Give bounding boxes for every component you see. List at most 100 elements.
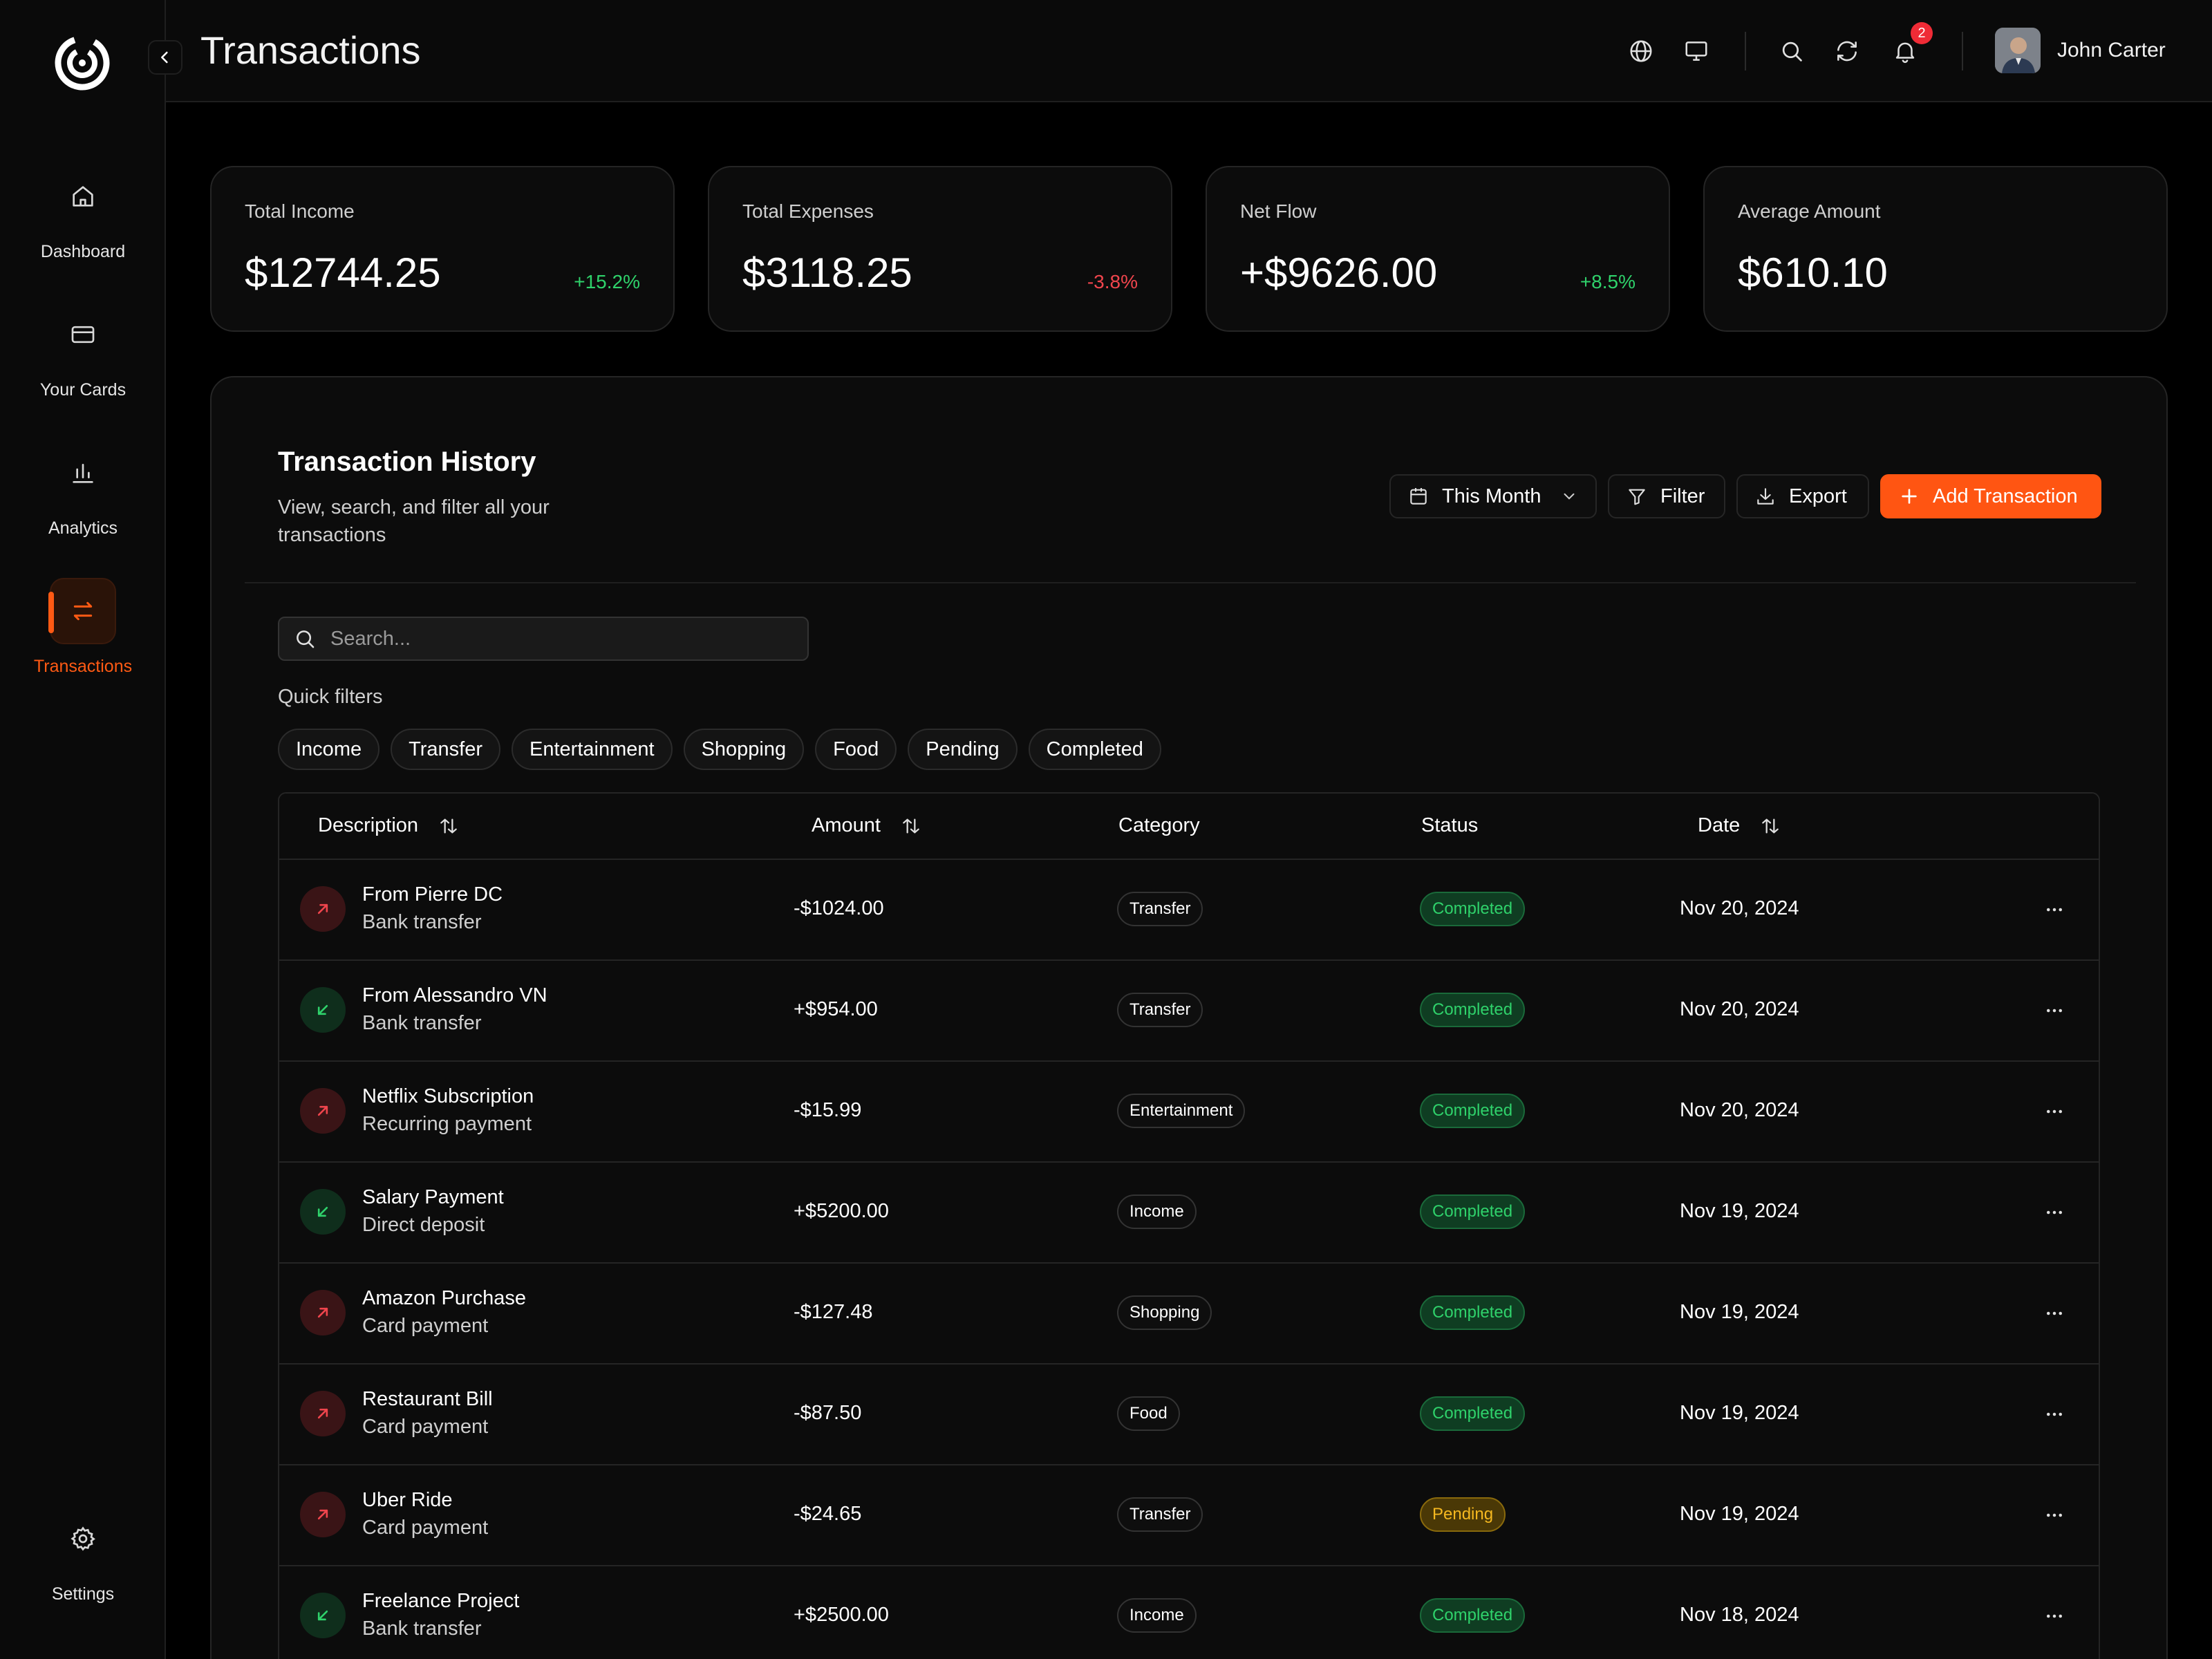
stat-value: $610.10 xyxy=(1738,250,1888,296)
notification-badge: 2 xyxy=(1911,22,1933,44)
stat-delta: +8.5% xyxy=(1580,271,1635,292)
add-transaction-button[interactable]: Add Transaction xyxy=(1880,474,2101,518)
table-row[interactable]: Freelance Project Bank transfer +$2500.0… xyxy=(279,1566,2099,1659)
row-actions-button[interactable] xyxy=(2041,1302,2068,1324)
arrow-down-left-icon xyxy=(317,1004,328,1015)
chip-shopping[interactable]: Shopping xyxy=(683,729,805,770)
arrow-up-right-icon xyxy=(317,1408,328,1419)
stat-card-total-expenses: Total Expenses $3118.25 -3.8% xyxy=(708,166,1172,332)
table-row[interactable]: Salary Payment Direct deposit +$5200.00 … xyxy=(279,1163,2099,1264)
row-actions-button[interactable] xyxy=(2041,1605,2068,1627)
table-row[interactable]: Uber Ride Card payment -$24.65 Transfer … xyxy=(279,1465,2099,1566)
sidebar-item-label: Dashboard xyxy=(40,242,126,261)
transaction-amount: +$5200.00 xyxy=(794,1200,889,1222)
stat-label: Net Flow xyxy=(1240,200,1317,222)
direction-badge xyxy=(300,1492,346,1537)
header-divider xyxy=(1962,32,1963,71)
category-tag: Food xyxy=(1117,1396,1180,1431)
transaction-date: Nov 18, 2024 xyxy=(1680,1604,1799,1626)
section-subtitle: View, search, and filter all your transa… xyxy=(278,496,550,546)
transaction-method: Bank transfer xyxy=(362,911,482,933)
chip-entertainment[interactable]: Entertainment xyxy=(512,729,673,770)
status-badge: Completed xyxy=(1420,1295,1526,1330)
export-button-label: Export xyxy=(1789,485,1847,507)
chip-income[interactable]: Income xyxy=(278,729,380,770)
sort-icon xyxy=(1762,818,1779,833)
top-header: Transactions 2 John Carter xyxy=(166,0,2212,102)
transaction-title: From Alessandro VN xyxy=(362,984,547,1006)
stat-delta: +15.2% xyxy=(574,271,640,292)
chip-food[interactable]: Food xyxy=(815,729,897,770)
chip-completed[interactable]: Completed xyxy=(1028,729,1161,770)
refresh-button[interactable] xyxy=(1832,36,1862,66)
user-photo-icon xyxy=(1995,28,2041,73)
more-horizontal-icon xyxy=(2047,1109,2062,1114)
sidebar-item-transactions[interactable]: Transactions xyxy=(0,578,166,677)
transaction-date: Nov 19, 2024 xyxy=(1680,1200,1799,1222)
chip-transfer[interactable]: Transfer xyxy=(391,729,501,770)
column-category: Category xyxy=(1118,814,1200,837)
chip-pending[interactable]: Pending xyxy=(908,729,1018,770)
row-actions-button[interactable] xyxy=(2041,1000,2068,1022)
more-horizontal-icon xyxy=(2047,1513,2062,1517)
table-row[interactable]: Amazon Purchase Card payment -$127.48 Sh… xyxy=(279,1264,2099,1365)
filter-button[interactable]: Filter xyxy=(1608,474,1725,518)
page-title: Transactions xyxy=(200,28,421,72)
collapse-sidebar-button[interactable] xyxy=(148,40,182,75)
display-button[interactable] xyxy=(1681,36,1712,66)
sidebar-item-dashboard[interactable]: Dashboard xyxy=(0,163,166,262)
period-select[interactable]: This Month xyxy=(1389,474,1597,518)
language-button[interactable] xyxy=(1626,36,1656,66)
stat-card-net-flow: Net Flow +$9626.00 +8.5% xyxy=(1206,166,1670,332)
funnel-icon xyxy=(1629,489,1645,505)
search-input[interactable] xyxy=(330,627,773,650)
notifications-button[interactable]: 2 xyxy=(1890,22,1933,66)
table-row[interactable]: From Alessandro VN Bank transfer +$954.0… xyxy=(279,961,2099,1062)
period-select-value: This Month xyxy=(1442,485,1541,507)
sidebar-item-your-cards[interactable]: Your Cards xyxy=(0,301,166,400)
column-date[interactable]: Date xyxy=(1698,814,1781,837)
sort-icon xyxy=(903,818,919,833)
stat-value: $12744.25 xyxy=(245,250,441,296)
row-actions-button[interactable] xyxy=(2041,899,2068,921)
app-logo[interactable] xyxy=(54,35,111,91)
transaction-title: From Pierre DC xyxy=(362,883,503,906)
chevron-down-icon xyxy=(1564,493,1575,500)
row-actions-button[interactable] xyxy=(2041,1201,2068,1224)
stat-card-average-amount: Average Amount $610.10 xyxy=(1703,166,2168,332)
transaction-title: Restaurant Bill xyxy=(362,1388,493,1410)
status-badge: Completed xyxy=(1420,1396,1526,1431)
table-row[interactable]: From Pierre DC Bank transfer -$1024.00 T… xyxy=(279,860,2099,961)
row-actions-button[interactable] xyxy=(2041,1504,2068,1526)
sidebar-item-analytics[interactable]: Analytics xyxy=(0,440,166,538)
search-field[interactable] xyxy=(278,617,809,661)
table-row[interactable]: Restaurant Bill Card payment -$87.50 Foo… xyxy=(279,1365,2099,1465)
transaction-amount: -$24.65 xyxy=(794,1503,862,1525)
export-button[interactable]: Export xyxy=(1736,474,1869,518)
category-tag: Transfer xyxy=(1117,892,1203,926)
transaction-title: Netflix Subscription xyxy=(362,1085,534,1107)
sidebar-item-label: Analytics xyxy=(48,518,118,538)
transaction-method: Card payment xyxy=(362,1517,489,1539)
arrow-down-left-icon xyxy=(317,1610,328,1621)
table-row[interactable]: Netflix Subscription Recurring payment -… xyxy=(279,1062,2099,1163)
quick-filter-chips: Income Transfer Entertainment Shopping F… xyxy=(278,729,1161,770)
column-description[interactable]: Description xyxy=(318,814,460,837)
category-tag: Entertainment xyxy=(1117,1094,1246,1128)
user-name[interactable]: John Carter xyxy=(2057,39,2166,62)
direction-badge xyxy=(300,1189,346,1235)
transaction-date: Nov 19, 2024 xyxy=(1680,1503,1799,1525)
arrow-down-left-icon xyxy=(317,1206,328,1217)
calendar-icon xyxy=(1410,488,1427,505)
sidebar-item-settings[interactable]: Settings xyxy=(0,1506,166,1604)
row-actions-button[interactable] xyxy=(2041,1100,2068,1123)
transaction-method: Direct deposit xyxy=(362,1214,485,1236)
avatar[interactable] xyxy=(1995,28,2041,73)
add-transaction-label: Add Transaction xyxy=(1933,485,2078,507)
sidebar: Dashboard Your Cards Analytics Transacti… xyxy=(0,0,166,1659)
search-button[interactable] xyxy=(1777,36,1807,66)
row-actions-button[interactable] xyxy=(2041,1403,2068,1425)
globe-icon xyxy=(1630,40,1652,62)
category-tag: Income xyxy=(1117,1194,1197,1229)
column-amount[interactable]: Amount xyxy=(812,814,922,837)
